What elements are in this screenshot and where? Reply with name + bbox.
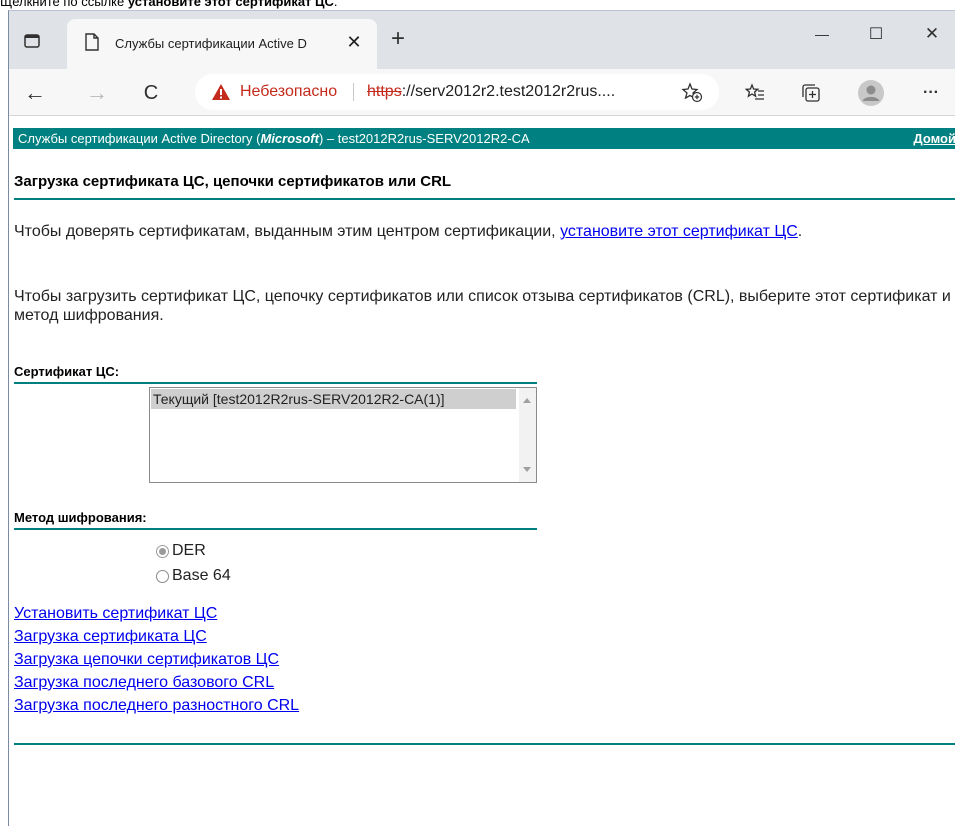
radio-base64[interactable] bbox=[156, 569, 169, 583]
page-content: Службы сертификации Active Directory (Mi… bbox=[9, 116, 955, 826]
browser-toolbar: ← → C Небезопасно https://serv2012r2.tes… bbox=[9, 69, 955, 116]
security-status[interactable]: Небезопасно bbox=[240, 83, 337, 101]
instructions-paragraph: Чтобы загрузить сертификат ЦС, цепочку с… bbox=[14, 288, 951, 324]
tab-title: Службы сертификации Active D bbox=[115, 36, 307, 51]
cert-option-current[interactable]: Текущий [test2012R2rus-SERV2012R2-CA(1)] bbox=[151, 389, 516, 409]
scroll-down-icon[interactable] bbox=[523, 467, 531, 472]
header-prefix: Службы сертификации Active Directory ( bbox=[18, 131, 261, 146]
encoding-label: Метод шифрования: bbox=[14, 510, 147, 525]
download-ca-chain-link[interactable]: Загрузка цепочки сертификатов ЦС bbox=[14, 648, 299, 671]
page-icon bbox=[85, 33, 99, 51]
close-window-button[interactable]: ✕ bbox=[909, 19, 955, 49]
instruction-caption: Щелкните по ссылке установите этот серти… bbox=[0, 0, 338, 10]
radio-der-row[interactable]: DER bbox=[156, 542, 206, 560]
close-tab-icon[interactable]: ✕ bbox=[343, 31, 365, 53]
site-header: Службы сертификации Active Directory (Mi… bbox=[13, 128, 955, 149]
install-ca-link[interactable]: Установить сертификат ЦС bbox=[14, 602, 299, 625]
site-title: Службы сертификации Active Directory (Mi… bbox=[18, 128, 530, 149]
radio-base64-label: Base 64 bbox=[172, 567, 231, 584]
caption-suffix: . bbox=[333, 0, 338, 9]
more-menu-button[interactable]: ··· bbox=[915, 77, 947, 109]
collections-icon[interactable] bbox=[795, 77, 827, 109]
caption-bold: установите этот сертификат ЦС bbox=[127, 0, 334, 9]
footer-divider bbox=[14, 743, 955, 745]
listbox-scrollbar[interactable] bbox=[519, 388, 536, 482]
caption-prefix: Щелкните по ссылке bbox=[0, 0, 128, 9]
tab-strip: Службы сертификации Active D ✕ + — ☐ ✕ bbox=[9, 11, 955, 69]
radio-base64-row[interactable]: Base 64 bbox=[156, 567, 231, 585]
new-tab-button[interactable]: + bbox=[387, 27, 409, 51]
cert-divider bbox=[14, 382, 537, 384]
home-link[interactable]: Домой bbox=[913, 128, 955, 149]
ca-certificate-listbox[interactable]: Текущий [test2012R2rus-SERV2012R2-CA(1)] bbox=[149, 387, 537, 483]
url-text[interactable]: https://serv2012r2.test2012r2rus.... bbox=[367, 83, 615, 101]
action-links: Установить сертификат ЦС Загрузка сертиф… bbox=[14, 602, 299, 717]
address-bar[interactable]: Небезопасно https://serv2012r2.test2012r… bbox=[195, 74, 719, 110]
browser-window: Службы сертификации Active D ✕ + — ☐ ✕ ←… bbox=[8, 10, 955, 826]
intro-end: . bbox=[797, 223, 803, 240]
header-suffix: ) – test2012R2rus-SERV2012R2-CA bbox=[318, 131, 530, 146]
url-rest: ://serv2012r2.test2012r2rus.... bbox=[401, 83, 616, 100]
heading-divider bbox=[14, 198, 955, 200]
favorites-icon[interactable] bbox=[739, 77, 771, 109]
intro-text: Чтобы доверять сертификатам, выданным эт… bbox=[14, 223, 561, 240]
url-scheme: https bbox=[367, 83, 402, 100]
encoding-divider bbox=[14, 528, 537, 530]
scroll-up-icon[interactable] bbox=[523, 398, 531, 403]
add-favorite-icon[interactable] bbox=[681, 81, 703, 103]
address-divider bbox=[353, 83, 354, 101]
download-base-crl-link[interactable]: Загрузка последнего базового CRL bbox=[14, 671, 299, 694]
forward-button[interactable]: → bbox=[81, 77, 113, 109]
radio-der-label: DER bbox=[172, 542, 206, 559]
intro-paragraph: Чтобы доверять сертификатам, выданным эт… bbox=[14, 222, 934, 241]
header-brand: Microsoft bbox=[260, 131, 319, 146]
download-ca-cert-link[interactable]: Загрузка сертификата ЦС bbox=[14, 625, 299, 648]
back-button[interactable]: ← bbox=[19, 77, 51, 109]
cert-label: Сертификат ЦС: bbox=[14, 364, 120, 379]
install-ca-inline-link[interactable]: установите этот сертификат ЦС bbox=[560, 223, 798, 240]
maximize-button[interactable]: ☐ bbox=[853, 19, 899, 49]
refresh-button[interactable]: C bbox=[135, 77, 167, 109]
tab-active[interactable]: Службы сертификации Active D ✕ bbox=[67, 19, 377, 69]
warning-icon bbox=[211, 82, 231, 102]
radio-der[interactable] bbox=[156, 544, 169, 558]
minimize-button[interactable]: — bbox=[799, 19, 845, 49]
page-title: Загрузка сертификата ЦС, цепочки сертифи… bbox=[14, 173, 452, 190]
download-delta-crl-link[interactable]: Загрузка последнего разностного CRL bbox=[14, 694, 299, 717]
avatar[interactable] bbox=[855, 77, 887, 109]
tab-actions-icon[interactable] bbox=[19, 28, 45, 54]
